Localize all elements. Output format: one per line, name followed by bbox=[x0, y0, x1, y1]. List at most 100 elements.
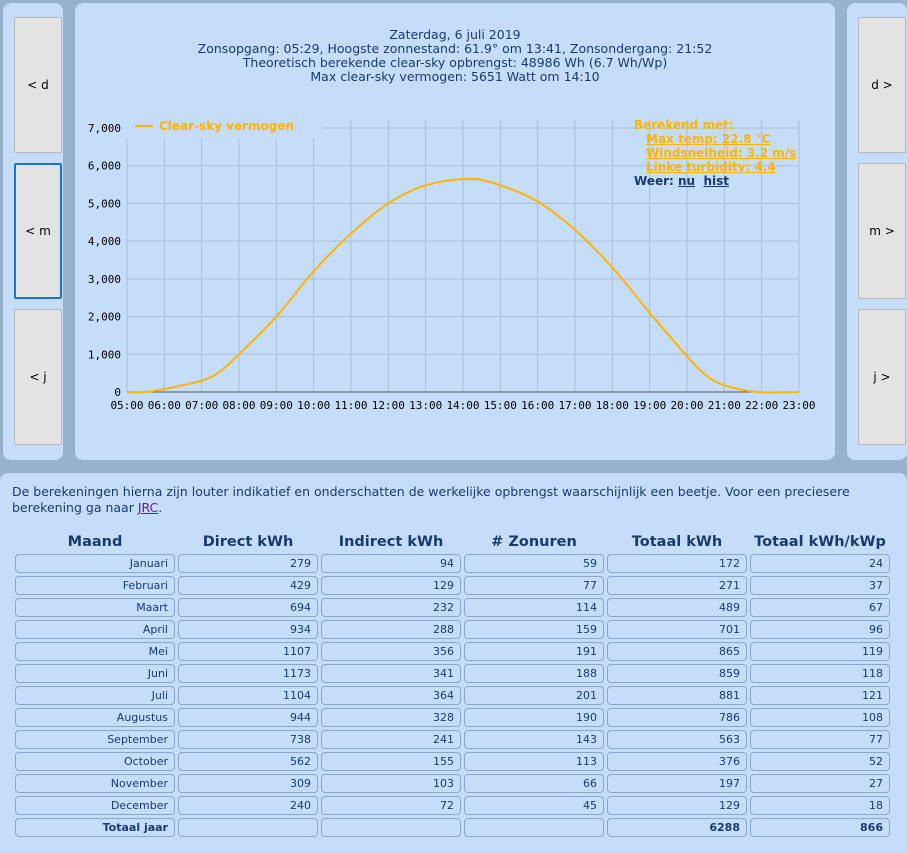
table-cell: 121 bbox=[750, 686, 890, 705]
table-row: Mei 1107 356 191 865 119 bbox=[15, 642, 890, 664]
table-cell: 103 bbox=[321, 774, 461, 793]
table-cell: 341 bbox=[321, 664, 461, 683]
table-cell: 271 bbox=[607, 576, 747, 595]
info-title: Berekend met: bbox=[634, 118, 734, 132]
table-cell: 279 bbox=[178, 554, 318, 573]
date-title: Zaterdag, 6 juli 2019 bbox=[389, 27, 521, 42]
table-cell: 232 bbox=[321, 598, 461, 617]
x-tick-label: 18:00 bbox=[596, 399, 629, 412]
max-temp-link[interactable]: Max temp: 22.8 °C bbox=[634, 132, 796, 146]
table-cell: 786 bbox=[607, 708, 747, 727]
y-tick-label: 6,000 bbox=[88, 160, 121, 173]
table-cell: 240 bbox=[178, 796, 318, 815]
table-cell: 143 bbox=[464, 730, 604, 749]
table-cell: Februari bbox=[15, 576, 175, 595]
x-tick-label: 11:00 bbox=[334, 399, 367, 412]
table-cell: November bbox=[15, 774, 175, 793]
table-cell: 37 bbox=[750, 576, 890, 595]
column-header: Direct kWh bbox=[202, 534, 294, 550]
table-cell: 129 bbox=[321, 576, 461, 595]
table-row: November 309 103 66 197 27 bbox=[15, 774, 890, 796]
table-cell bbox=[464, 818, 604, 837]
table-cell: 77 bbox=[750, 730, 890, 749]
y-tick-label: 2,000 bbox=[88, 311, 121, 324]
next-month-button[interactable]: m > bbox=[858, 163, 906, 299]
y-tick-label: 0 bbox=[114, 386, 121, 399]
table-cell: 66 bbox=[464, 774, 604, 793]
x-tick-label: 14:00 bbox=[446, 399, 479, 412]
table-cell: 67 bbox=[750, 598, 890, 617]
x-tick-label: 19:00 bbox=[633, 399, 666, 412]
y-tick-label: 1,000 bbox=[88, 348, 121, 361]
table-cell: Totaal jaar bbox=[15, 818, 175, 837]
disclaimer-note: De berekeningen hierna zijn louter indik… bbox=[12, 484, 902, 516]
table-cell: Juli bbox=[15, 686, 175, 705]
table-cell: 1173 bbox=[178, 664, 318, 683]
table-cell: 376 bbox=[607, 752, 747, 771]
table-cell: 94 bbox=[321, 554, 461, 573]
table-cell: 191 bbox=[464, 642, 604, 661]
table-cell bbox=[321, 818, 461, 837]
weather-now-link[interactable]: nu bbox=[678, 174, 695, 188]
table-cell: 241 bbox=[321, 730, 461, 749]
column-header: Totaal kWh bbox=[631, 534, 723, 550]
table-cell: 1107 bbox=[178, 642, 318, 661]
prev-year-button[interactable]: < j bbox=[14, 309, 62, 445]
table-cell: 944 bbox=[178, 708, 318, 727]
x-tick-label: 06:00 bbox=[148, 399, 181, 412]
table-cell: 45 bbox=[464, 796, 604, 815]
table-cell: 159 bbox=[464, 620, 604, 639]
prev-day-button[interactable]: < d bbox=[14, 17, 62, 153]
table-cell: 129 bbox=[607, 796, 747, 815]
table-cell: 562 bbox=[178, 752, 318, 771]
total-row: Totaal jaar 6288 866 bbox=[15, 818, 890, 840]
table-cell: 865 bbox=[607, 642, 747, 661]
table-cell: 563 bbox=[607, 730, 747, 749]
linke-link[interactable]: Linke turbidity: 4.4 bbox=[634, 160, 796, 174]
table-row: Februari 429 129 77 271 37 bbox=[15, 576, 890, 598]
table-cell: 489 bbox=[607, 598, 747, 617]
windspeed-link[interactable]: Windsnelheid: 3.2 m/s bbox=[634, 146, 796, 160]
weather-history-link[interactable]: hist bbox=[703, 174, 729, 188]
next-day-button[interactable]: d > bbox=[858, 17, 906, 153]
table-row: September 738 241 143 563 77 bbox=[15, 730, 890, 752]
table-cell: 52 bbox=[750, 752, 890, 771]
table-cell: 309 bbox=[178, 774, 318, 793]
max-power: Max clear-sky vermogen: 5651 Watt om 14:… bbox=[310, 69, 600, 84]
day-summary: Zaterdag, 6 juli 2019 Zonsopgang: 05:29,… bbox=[75, 28, 835, 84]
y-tick-label: 5,000 bbox=[88, 197, 121, 210]
table-cell: September bbox=[15, 730, 175, 749]
x-tick-label: 09:00 bbox=[260, 399, 293, 412]
monthly-table: Maand Direct kWh Indirect kWh # Zonuren Tota… bbox=[12, 530, 893, 840]
table-cell: 114 bbox=[464, 598, 604, 617]
table-row: April 934 288 159 701 96 bbox=[15, 620, 890, 642]
table-row: October 562 155 113 376 52 bbox=[15, 752, 890, 774]
note-end: . bbox=[158, 500, 163, 515]
weer-label: Weer: bbox=[634, 174, 674, 188]
jrc-link[interactable]: JRC bbox=[138, 500, 158, 515]
table-row: Juli 1104 364 201 881 121 bbox=[15, 686, 890, 708]
x-tick-label: 15:00 bbox=[484, 399, 517, 412]
table-cell: 738 bbox=[178, 730, 318, 749]
table-cell: Mei bbox=[15, 642, 175, 661]
table-cell: 6288 bbox=[607, 818, 747, 837]
y-tick-label: 4,000 bbox=[88, 235, 121, 248]
table-cell: 201 bbox=[464, 686, 604, 705]
table-cell: 1104 bbox=[178, 686, 318, 705]
x-tick-label: 22:00 bbox=[745, 399, 778, 412]
table-cell: April bbox=[15, 620, 175, 639]
table-cell: 108 bbox=[750, 708, 890, 727]
table-cell: December bbox=[15, 796, 175, 815]
table-cell: 701 bbox=[607, 620, 747, 639]
next-year-button[interactable]: j > bbox=[858, 309, 906, 445]
table-cell: Augustus bbox=[15, 708, 175, 727]
table-cell: 155 bbox=[321, 752, 461, 771]
table-cell: 694 bbox=[178, 598, 318, 617]
prev-month-button[interactable]: < m bbox=[14, 163, 62, 299]
table-row: Januari 279 94 59 172 24 bbox=[15, 554, 890, 576]
table-cell: 172 bbox=[607, 554, 747, 573]
table-cell: 364 bbox=[321, 686, 461, 705]
column-header: Maand bbox=[67, 534, 123, 550]
x-tick-label: 07:00 bbox=[185, 399, 218, 412]
x-tick-label: 23:00 bbox=[782, 399, 815, 412]
